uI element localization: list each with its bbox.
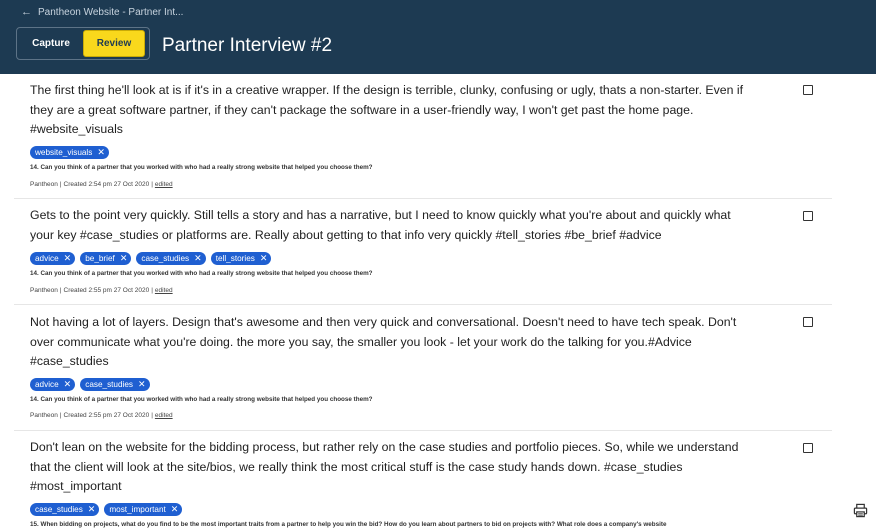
note-checkbox[interactable]: [803, 443, 813, 453]
printer-icon[interactable]: [853, 503, 868, 518]
tag-list: website_visuals ✕: [30, 146, 109, 159]
note-checkbox[interactable]: [803, 211, 813, 221]
close-icon[interactable]: ✕: [64, 254, 72, 263]
note-meta: Pantheon | Created 2:55 pm 27 Oct 2020 | edi…: [30, 412, 173, 419]
note-author: Pantheon: [30, 287, 58, 294]
note-author: Pantheon: [30, 412, 58, 419]
back-link-label: Pantheon Website - Partner Int...: [38, 7, 184, 18]
note-item: Gets to the point very quickly. Still te…: [14, 199, 832, 305]
close-icon[interactable]: ✕: [120, 254, 128, 263]
close-icon[interactable]: ✕: [171, 505, 179, 514]
note-item: The first thing he'll look at is if it's…: [14, 74, 832, 199]
question-text: 14. Can you think of a partner that you …: [30, 270, 373, 277]
note-item: Don't lean on the website for the biddin…: [14, 431, 832, 528]
tag-chip: advice ✕: [30, 252, 76, 265]
edited-link[interactable]: edited: [155, 412, 173, 419]
note-author: Pantheon: [30, 181, 58, 188]
tag-label: advice: [35, 380, 59, 389]
note-checkbox[interactable]: [803, 317, 813, 327]
note-meta: Pantheon | Created 2:54 pm 27 Oct 2020 | edi…: [30, 181, 173, 188]
close-icon[interactable]: ✕: [97, 148, 105, 157]
note-checkbox[interactable]: [803, 85, 813, 95]
note-text: Don't lean on the website for the biddin…: [30, 440, 739, 493]
edited-link[interactable]: edited: [155, 181, 173, 188]
question-text: 14. Can you think of a partner that you …: [30, 396, 373, 403]
edited-link[interactable]: edited: [155, 287, 173, 294]
tag-list: advice ✕ case_studies ✕: [30, 378, 150, 391]
notes-list: The first thing he'll look at is if it's…: [0, 74, 876, 528]
tag-chip: tell_stories ✕: [210, 252, 272, 265]
note-meta: Pantheon | Created 2:55 pm 27 Oct 2020 | edi…: [30, 287, 173, 294]
close-icon[interactable]: ✕: [64, 380, 72, 389]
back-link[interactable]: ← Pantheon Website - Partner Int...: [21, 6, 184, 19]
page-title: Partner Interview #2: [162, 35, 333, 56]
tag-chip: case_studies ✕: [30, 503, 100, 516]
tag-chip: website_visuals ✕: [30, 146, 109, 159]
tag-label: website_visuals: [35, 148, 93, 157]
arrow-left-icon: ←: [21, 6, 32, 18]
tag-label: case_studies: [85, 380, 134, 389]
question-text: 14. Can you think of a partner that you …: [30, 164, 373, 171]
note-text: The first thing he'll look at is if it's…: [30, 83, 744, 136]
review-button[interactable]: Review: [83, 30, 145, 57]
note-item: Not having a lot of layers. Design that'…: [14, 305, 832, 431]
note-text: Gets to the point very quickly. Still te…: [30, 208, 731, 242]
note-created: Created 2:55 pm 27 Oct 2020: [63, 287, 150, 294]
close-icon[interactable]: ✕: [194, 254, 202, 263]
tag-chip: case_studies ✕: [80, 378, 150, 391]
note-text: Not having a lot of layers. Design that'…: [30, 315, 737, 368]
tag-label: tell_stories: [215, 254, 255, 263]
tag-chip: advice ✕: [30, 378, 76, 391]
top-bar: ← Pantheon Website - Partner Int... Capt…: [0, 0, 876, 74]
close-icon[interactable]: ✕: [138, 380, 146, 389]
note-created: Created 2:55 pm 27 Oct 2020: [63, 412, 150, 419]
tag-chip: be_brief ✕: [80, 252, 132, 265]
mode-toggle: Capture Review: [16, 27, 150, 60]
close-icon[interactable]: ✕: [260, 254, 268, 263]
capture-button[interactable]: Capture: [19, 30, 83, 57]
tag-chip: most_important ✕: [104, 503, 183, 516]
tag-list: advice ✕ be_brief ✕ case_studies ✕ tell_sto…: [30, 252, 272, 265]
tag-label: advice: [35, 254, 59, 263]
question-text: 15. When bidding on projects, what do yo…: [30, 521, 667, 528]
note-created: Created 2:54 pm 27 Oct 2020: [63, 181, 150, 188]
tag-label: case_studies: [35, 505, 83, 514]
tag-label: be_brief: [85, 254, 115, 263]
tag-label: case_studies: [141, 254, 190, 263]
close-icon[interactable]: ✕: [88, 505, 96, 514]
tag-list: case_studies ✕ most_important ✕: [30, 503, 183, 516]
tag-label: most_important: [109, 505, 166, 514]
tag-chip: case_studies ✕: [136, 252, 206, 265]
